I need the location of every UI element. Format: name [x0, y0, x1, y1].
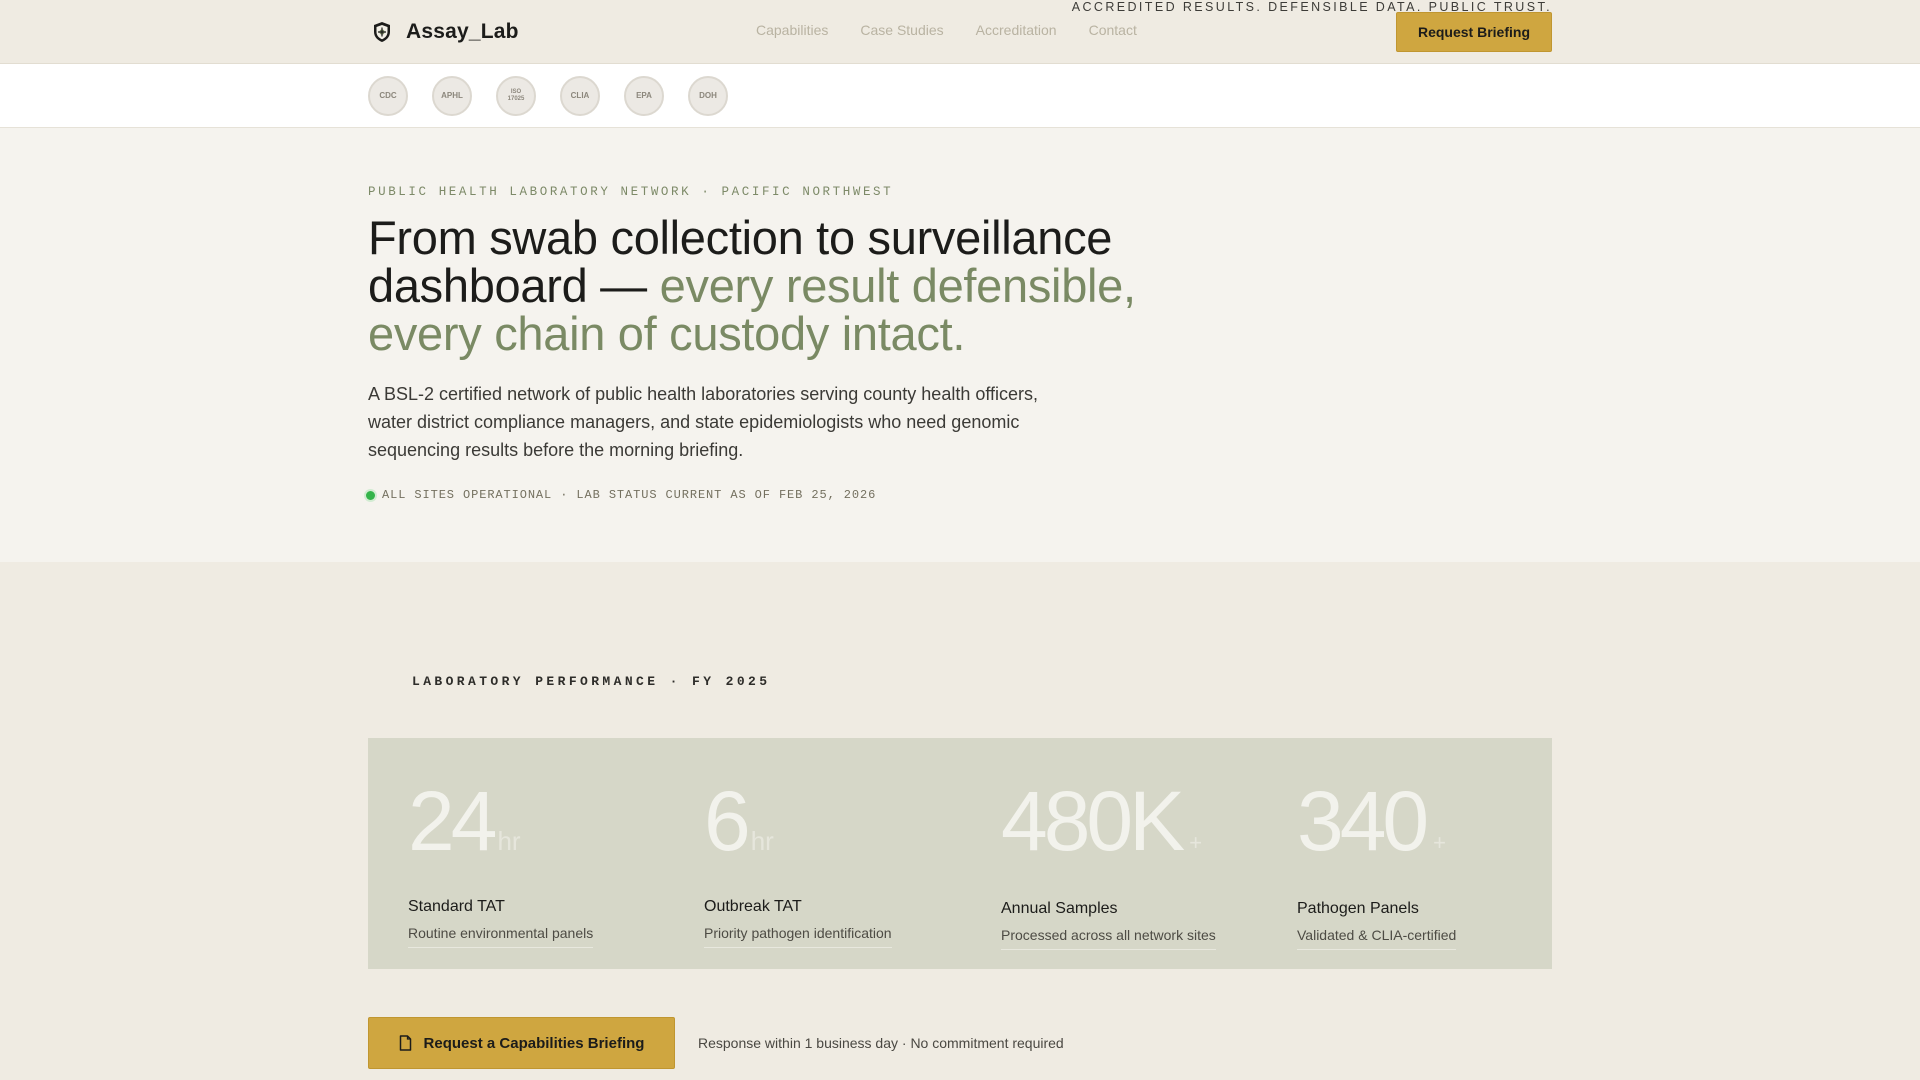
request-capabilities-briefing-button[interactable]: Request a Capabilities Briefing	[368, 1017, 675, 1069]
stat-number: 340	[1297, 774, 1429, 868]
stat-label: Annual Samples	[1001, 900, 1118, 917]
badge-aphl: APHL	[432, 76, 472, 116]
top-nav: Assay_Lab Capabilities Case Studies Accr…	[0, 0, 1920, 64]
stat-pathogen-panels: 340 + Pathogen Panels Validated & CLIA-ce…	[1297, 776, 1537, 950]
nav-link-case-studies[interactable]: Case Studies	[860, 22, 943, 38]
cta-label: Request a Capabilities Briefing	[423, 1034, 645, 1052]
lab-status: ALL SITES OPERATIONAL · LAB STATUS CURRE…	[366, 488, 876, 502]
stat-value: 24 hr	[408, 776, 648, 886]
hero-headline: From swab collection to surveillance das…	[368, 214, 1228, 358]
nav-link-contact[interactable]: Contact	[1089, 22, 1137, 38]
badge-iso-17025: ISO 17025	[496, 76, 536, 116]
brand-name: Assay_Lab	[406, 20, 519, 43]
stat-desc: Validated & CLIA-certified	[1297, 927, 1457, 950]
hero-eyebrow: PUBLIC HEALTH LABORATORY NETWORK · PACIF…	[368, 185, 894, 199]
stat-number: 480K	[1001, 774, 1185, 868]
stat-desc: Routine environmental panels	[408, 925, 594, 948]
stat-value: 480K +	[1001, 776, 1241, 888]
main-nav: Capabilities Case Studies Accreditation …	[756, 22, 1137, 38]
stat-number: 6	[704, 774, 751, 868]
nav-link-capabilities[interactable]: Capabilities	[756, 22, 828, 38]
lab-status-text: ALL SITES OPERATIONAL · LAB STATUS CURRE…	[382, 488, 877, 502]
shield-logo-icon	[374, 22, 390, 42]
stat-annual-samples: 480K + Annual Samples Processed across al…	[1001, 776, 1241, 950]
stat-label: Pathogen Panels	[1297, 900, 1419, 917]
stat-unit: hr	[750, 826, 774, 856]
stat-value: 6 hr	[704, 776, 944, 886]
stat-value: 340 +	[1297, 776, 1537, 888]
stat-desc: Priority pathogen identification	[704, 925, 892, 948]
hero-lead: A BSL-2 certified network of public heal…	[368, 384, 1039, 460]
performance-title: LABORATORY PERFORMANCE · FY 2025	[412, 674, 771, 689]
document-icon	[399, 1035, 411, 1051]
badge-cdc: CDC	[368, 76, 408, 116]
stat-label: Standard TAT	[408, 898, 505, 915]
stat-standard-tat: 24 hr Standard TAT Routine environmental …	[408, 776, 648, 948]
hero-section: PUBLIC HEALTH LABORATORY NETWORK · PACIF…	[0, 128, 1920, 562]
accreditation-strip: CDC APHL ISO 17025 CLIA EPA DOH ACCREDIT…	[0, 0, 1920, 128]
stat-number: 24	[408, 774, 497, 868]
stat-outbreak-tat: 6 hr Outbreak TAT Priority pathogen ident…	[704, 776, 944, 948]
request-briefing-button[interactable]: Request Briefing	[1396, 12, 1552, 52]
nav-link-accreditation[interactable]: Accreditation	[976, 22, 1057, 38]
badge-epa: EPA	[624, 76, 664, 116]
badge-doh: DOH	[688, 76, 728, 116]
stat-desc: Processed across all network sites	[1001, 927, 1216, 950]
cta-note: Response within 1 business day · No comm…	[698, 1035, 1064, 1051]
status-dot-icon	[366, 490, 375, 500]
stat-label: Outbreak TAT	[704, 898, 802, 915]
brand[interactable]: Assay_Lab	[372, 18, 519, 46]
stat-unit: hr	[497, 826, 521, 856]
performance-panel: 24 hr Standard TAT Routine environmental …	[368, 738, 1552, 969]
badge-clia: CLIA	[560, 76, 600, 116]
accreditation-badges: CDC APHL ISO 17025 CLIA EPA DOH	[368, 76, 728, 116]
stat-unit: +	[1433, 830, 1447, 855]
accreditation-tagline: ACCREDITED RESULTS. DEFENSIBLE DATA. PUB…	[1071, 0, 1552, 14]
stat-unit: +	[1189, 830, 1203, 855]
